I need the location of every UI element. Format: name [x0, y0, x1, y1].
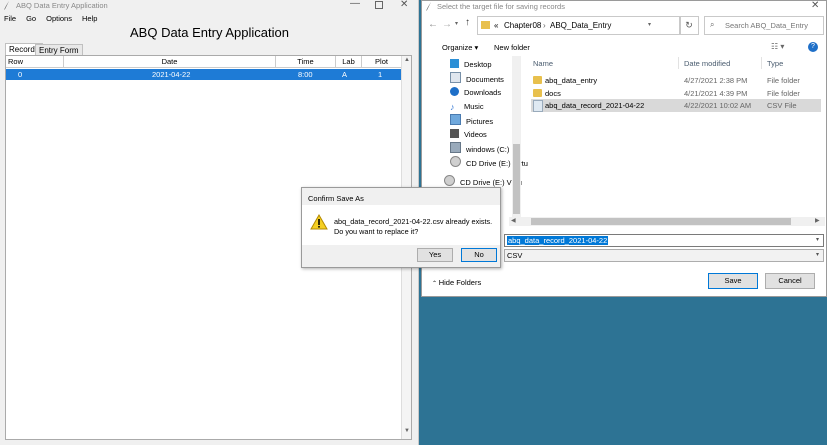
cell-time: 8:00	[298, 70, 313, 79]
horizontal-scrollbar[interactable]: ◀ ▶	[509, 217, 825, 226]
breadcrumb-chapter08[interactable]: Chapter08	[504, 21, 541, 30]
column-divider	[761, 57, 762, 69]
cell-plot: 1	[378, 70, 383, 79]
csv-file-icon	[533, 100, 543, 112]
cd-drive-icon	[444, 175, 455, 186]
recent-dropdown-icon[interactable]: ▾	[455, 20, 458, 27]
desktop-icon	[450, 59, 459, 68]
confirm-save-dialog: Confirm Save As abq_data_record_2021-04-…	[301, 187, 501, 268]
column-header-row[interactable]: Row	[6, 56, 64, 68]
horizontal-scroll-thumb[interactable]	[531, 218, 791, 225]
feather-icon	[4, 1, 10, 10]
file-row-abq-data-entry[interactable]: abq_data_entry 4/27/2021 2:38 PM File fo…	[531, 74, 821, 87]
menu-bar: File Go Options Help	[4, 14, 107, 23]
downloads-icon	[450, 87, 459, 96]
breadcrumb-separator: ›	[543, 21, 546, 30]
table-row[interactable]: 0 2021-04-22 8:00 A 1	[6, 69, 402, 80]
file-type-select[interactable]: CSV ▾	[504, 249, 824, 262]
column-header-type[interactable]: Type	[767, 59, 783, 68]
column-header-date-modified[interactable]: Date modified	[684, 59, 730, 68]
cd-drive-icon	[450, 156, 461, 167]
filename-field[interactable]: abq_data_record_2021-04-22 ▾	[504, 234, 824, 247]
confirm-title: Confirm Save As	[308, 194, 364, 203]
file-type-dropdown-icon[interactable]: ▾	[816, 251, 819, 258]
nav-scrollbar[interactable]	[512, 56, 521, 224]
cell-row: 0	[18, 70, 23, 79]
file-row-abq-data-record[interactable]: abq_data_record_2021-04-22 4/22/2021 10:…	[531, 99, 821, 112]
search-input[interactable]: ⌕ Search ABQ_Data_Entry	[704, 16, 824, 35]
confirm-body: abq_data_record_2021-04-22.csv already e…	[302, 205, 500, 245]
yes-button[interactable]: Yes	[417, 248, 453, 262]
scroll-right-icon[interactable]: ▶	[815, 217, 820, 224]
feather-icon	[426, 2, 432, 11]
scroll-up-icon[interactable]: ▲	[404, 57, 410, 63]
close-icon[interactable]: ✕	[400, 0, 408, 10]
view-options-icon[interactable]: ☷ ▾	[771, 42, 784, 51]
address-dropdown-icon[interactable]: ▾	[648, 21, 651, 28]
chevron-up-icon: ⌃	[432, 281, 439, 287]
column-header-name[interactable]: Name	[533, 59, 553, 68]
scroll-down-icon[interactable]: ▼	[404, 428, 410, 434]
search-placeholder: Search ABQ_Data_Entry	[725, 21, 808, 30]
folder-icon	[481, 21, 490, 29]
scroll-left-icon[interactable]: ◀	[511, 217, 516, 224]
menu-help[interactable]: Help	[82, 14, 97, 23]
hide-folders-toggle[interactable]: ⌃ Hide Folders	[432, 278, 481, 287]
nav-item-documents[interactable]: Documents	[450, 72, 504, 85]
save-button[interactable]: Save	[708, 273, 758, 289]
documents-icon	[450, 72, 461, 83]
column-header-time[interactable]: Time	[276, 56, 336, 68]
up-icon[interactable]: ↑	[465, 17, 470, 28]
menu-file[interactable]: File	[4, 14, 16, 23]
column-divider	[678, 57, 679, 69]
nav-item-pictures[interactable]: Pictures	[450, 114, 493, 127]
menu-go[interactable]: Go	[26, 14, 36, 23]
confirm-message-line2: Do you want to replace it?	[334, 227, 419, 236]
menu-options[interactable]: Options	[46, 14, 72, 23]
maximize-icon[interactable]	[375, 1, 383, 9]
warning-icon	[310, 214, 328, 230]
breadcrumb-overflow[interactable]: «	[494, 21, 498, 30]
nav-scroll-thumb[interactable]	[513, 144, 520, 214]
forward-icon[interactable]: →	[442, 19, 452, 30]
search-icon: ⌕	[710, 20, 715, 29]
close-icon[interactable]: ✕	[811, 0, 819, 11]
filename-value: abq_data_record_2021-04-22	[507, 236, 609, 245]
address-bar[interactable]: « Chapter08 › ABQ_Data_Entry ▾	[477, 16, 681, 35]
organize-button[interactable]: Organize ▾	[442, 43, 478, 52]
help-icon[interactable]: ?	[808, 42, 818, 52]
nav-item-downloads[interactable]: Downloads	[450, 86, 501, 99]
drive-icon	[450, 142, 461, 153]
window-title: ABQ Data Entry Application	[16, 1, 108, 10]
videos-icon	[450, 129, 459, 138]
minimize-icon[interactable]: —	[350, 0, 360, 9]
nav-item-desktop[interactable]: Desktop	[450, 58, 492, 71]
back-icon[interactable]: ←	[428, 19, 438, 30]
cancel-button[interactable]: Cancel	[765, 273, 815, 289]
file-type-value: CSV	[507, 251, 523, 260]
no-button[interactable]: No	[461, 248, 497, 262]
refresh-icon[interactable]: ↻	[679, 16, 699, 35]
confirm-message-line1: abq_data_record_2021-04-22.csv already e…	[334, 217, 493, 226]
cell-date: 2021-04-22	[152, 70, 191, 79]
dialog-title: Select the target file for saving record…	[437, 2, 565, 11]
filename-dropdown-icon[interactable]: ▾	[816, 236, 819, 243]
pictures-icon	[450, 114, 461, 125]
nav-item-music[interactable]: ♪ Music	[450, 100, 484, 113]
breadcrumb-abq-data-entry[interactable]: ABQ_Data_Entry	[550, 21, 611, 30]
folder-icon	[533, 89, 542, 97]
new-folder-button[interactable]: New folder	[494, 43, 530, 52]
music-icon: ♪	[450, 102, 455, 112]
column-header-plot[interactable]: Plot	[362, 56, 402, 68]
nav-item-windows-c[interactable]: windows (C:)	[450, 142, 509, 155]
nav-item-videos[interactable]: Videos	[450, 128, 487, 141]
folder-icon	[533, 76, 542, 84]
cell-lab: A	[342, 70, 348, 79]
column-header-lab[interactable]: Lab	[336, 56, 362, 68]
column-header-date[interactable]: Date	[64, 56, 276, 68]
app-heading: ABQ Data Entry Application	[130, 25, 289, 40]
